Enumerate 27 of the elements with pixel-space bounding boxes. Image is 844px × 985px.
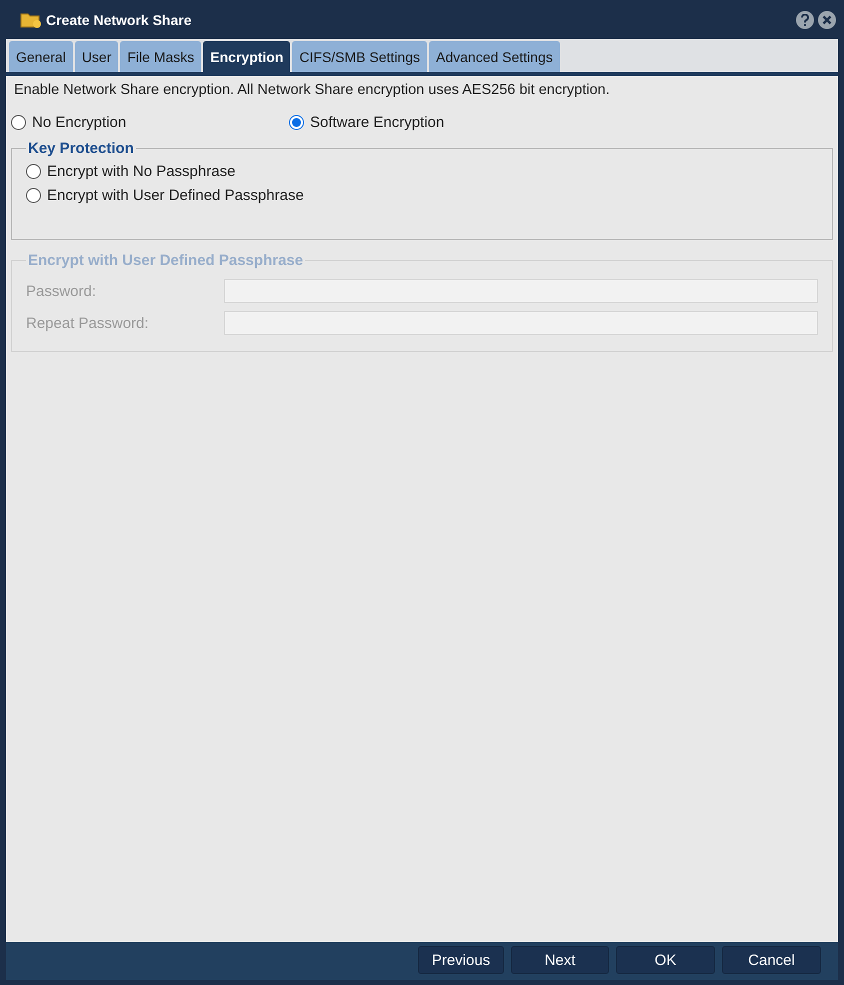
dialog-button[interactable]: Cancel: [722, 946, 821, 974]
tab[interactable]: File Masks: [120, 41, 202, 72]
dialog-button[interactable]: OK: [616, 946, 715, 974]
radio-label[interactable]: No Encryption: [32, 114, 126, 130]
close-icon[interactable]: [818, 10, 836, 28]
tab[interactable]: Advanced Settings: [429, 41, 560, 72]
dialog-button[interactable]: Next: [511, 946, 609, 974]
radio-button[interactable]: [289, 114, 304, 130]
tab[interactable]: General: [9, 41, 73, 72]
tab[interactable]: Encryption: [203, 41, 290, 72]
window-title: Create Network Share: [46, 12, 193, 28]
description-text: Enable Network Share encryption. All Network Share encryption uses AES256 bit encryption.: [14, 82, 611, 98]
radio-button[interactable]: [26, 164, 41, 178]
radio-button[interactable]: [11, 114, 26, 130]
radio-label[interactable]: Software Encryption: [310, 114, 444, 130]
tab[interactable]: User: [74, 41, 118, 72]
radio-button[interactable]: [26, 188, 41, 202]
radio-label[interactable]: Encrypt with User Defined Passphrase: [47, 186, 304, 204]
tab[interactable]: CIFS/SMB Settings: [292, 41, 427, 72]
field-label: Password:: [26, 282, 98, 300]
radio-label[interactable]: Encrypt with No Passphrase: [47, 162, 236, 180]
group-title: Key Protection: [27, 140, 135, 157]
help-icon[interactable]: [796, 10, 814, 28]
folder-icon: [20, 10, 42, 28]
dialog-button[interactable]: Previous: [418, 946, 504, 974]
field-label: Repeat Password:: [26, 314, 150, 332]
group-title: Encrypt with User Defined Passphrase: [27, 252, 304, 269]
